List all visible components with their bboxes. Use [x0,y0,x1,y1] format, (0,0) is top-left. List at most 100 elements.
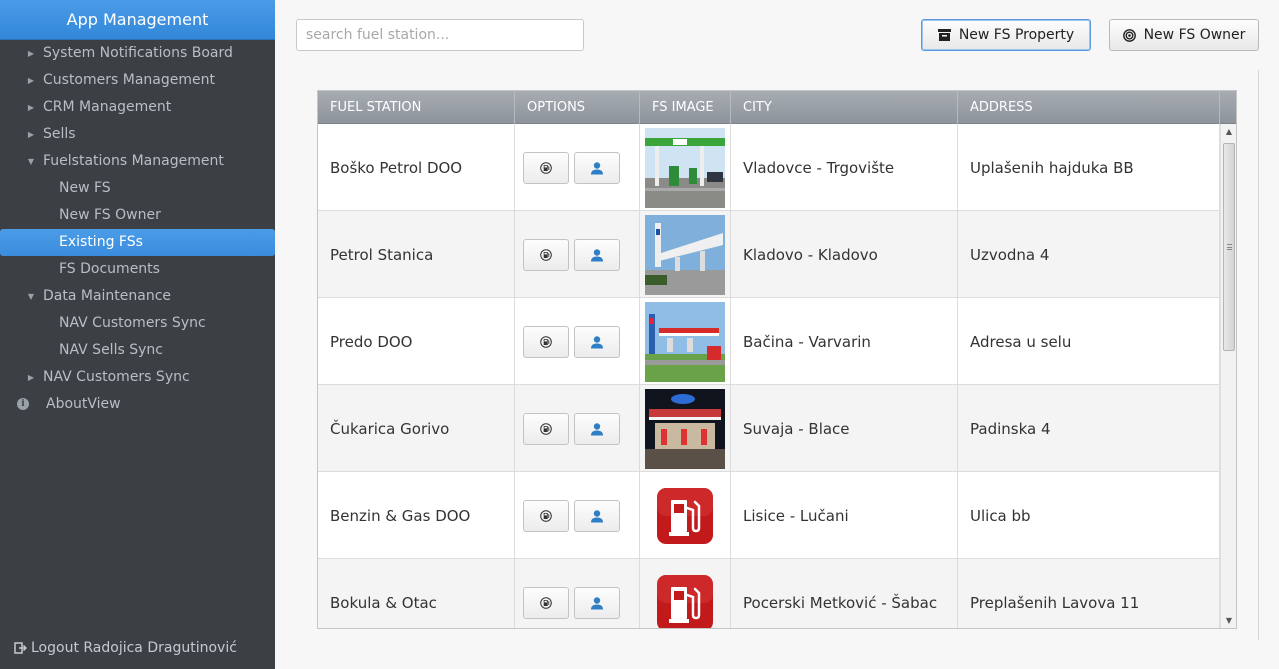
user-icon [591,248,603,261]
info-icon: i [17,398,29,410]
sidebar-item-nav-sells-sync[interactable]: NAV Sells Sync [0,337,275,364]
table-row[interactable]: Čukarica Gorivo Suvaja - Blace Padinska … [318,385,1220,472]
fs-photo [645,127,725,208]
cell-address: Padinska 4 [958,385,1220,472]
sidebar-item-sells[interactable]: ▶ Sells [0,121,275,148]
table-row[interactable]: Petrol Stanica Kladovo - Kladovo Uzvodna… [318,211,1220,298]
logout-label: Logout Radojica Dragutinović [31,640,237,656]
fs-photo [645,388,725,469]
sidebar-item-new-fs-owner[interactable]: New FS Owner [0,202,275,229]
grid-body[interactable]: Boško Petrol DOO Vladovce - Trgovište Up… [318,124,1220,628]
sidebar-item-new-fs[interactable]: New FS [0,175,275,202]
fuel-station-icon [540,161,552,174]
cell-address: Uplašenih hajduka BB [958,124,1220,211]
grid-scrollbar[interactable]: ▲ ▼ [1220,124,1236,628]
sidebar-item-customers-management[interactable]: ▶ Customers Management [0,67,275,94]
app-title: App Management [0,0,275,40]
sidebar-item-system-notifications-board[interactable]: ▶ System Notifications Board [0,40,275,67]
table-row[interactable]: Boško Petrol DOO Vladovce - Trgovište Up… [318,124,1220,211]
fuel-station-icon [540,335,552,348]
cell-fs-image [640,472,731,559]
cell-fuel-station: Predo DOO [318,298,515,385]
chevron-down-icon[interactable]: ▼ [26,148,36,175]
search-input[interactable] [296,19,584,51]
property-button[interactable] [523,412,569,445]
sidebar-item-aboutview[interactable]: i AboutView [0,391,275,418]
logout-link[interactable]: Logout Radojica Dragutinović [14,640,237,656]
target-icon [1122,28,1136,42]
user-icon [591,335,603,348]
col-header-fs-image[interactable]: FS IMAGE [640,91,731,124]
content-divider [1258,70,1259,640]
scroll-up-arrow[interactable]: ▲ [1221,124,1236,140]
fuel-station-icon [540,509,552,522]
cell-city: Suvaja - Blace [731,385,958,472]
chevron-right-icon[interactable]: ▶ [26,121,36,148]
grid-header: FUEL STATION OPTIONS FS IMAGE CITY ADDRE… [318,91,1236,124]
scroll-thumb[interactable] [1223,143,1235,351]
cell-options [515,385,640,472]
cell-fuel-station: Čukarica Gorivo [318,385,515,472]
chevron-right-icon[interactable]: ▶ [26,40,36,67]
sidebar-item-label: Customers Management [43,72,215,88]
chevron-right-icon[interactable]: ▶ [26,94,36,121]
property-button[interactable] [523,238,569,271]
sidebar-item-label: Existing FSs [59,234,143,250]
owner-button[interactable] [574,325,620,358]
col-header-address[interactable]: ADDRESS [958,91,1220,124]
cell-city: Bačina - Varvarin [731,298,958,385]
sidebar-item-fs-documents[interactable]: FS Documents [0,256,275,283]
cell-fuel-station: Benzin & Gas DOO [318,472,515,559]
sidebar-item-label: New FS Owner [59,207,161,223]
owner-button[interactable] [574,499,620,532]
col-header-fuel-station[interactable]: FUEL STATION [318,91,515,124]
archive-icon [937,29,951,41]
sidebar-item-label: NAV Sells Sync [59,342,163,358]
sidebar-item-data-maintenance[interactable]: ▼ Data Maintenance [0,283,275,310]
property-button[interactable] [523,586,569,619]
fuel-pump-icon [645,563,725,628]
cell-fs-image [640,298,731,385]
sidebar-item-nav-customers-sync[interactable]: NAV Customers Sync [0,310,275,337]
table-row[interactable]: Benzin & Gas DOO Lisice - Lučani Ulica b… [318,472,1220,559]
col-header-city[interactable]: CITY [731,91,958,124]
cell-options [515,298,640,385]
cell-fs-image [640,559,731,628]
owner-button[interactable] [574,238,620,271]
chevron-right-icon[interactable]: ▶ [26,364,36,391]
sidebar-item-nav-customers-sync[interactable]: ▶ NAV Customers Sync [0,364,275,391]
sidebar-item-label: AboutView [46,396,121,412]
fuel-station-icon [540,248,552,261]
sidebar-item-fuelstations-management[interactable]: ▼ Fuelstations Management [0,148,275,175]
new-fs-owner-button[interactable]: New FS Owner [1109,19,1259,51]
owner-button[interactable] [574,586,620,619]
table-row[interactable]: Bokula & Otac Pocerski Metković - Šabac … [318,559,1220,628]
chevron-right-icon[interactable]: ▶ [26,67,36,94]
cell-city: Kladovo - Kladovo [731,211,958,298]
sidebar-item-label: CRM Management [43,99,172,115]
cell-fuel-station: Petrol Stanica [318,211,515,298]
fs-photo [645,301,725,382]
chevron-down-icon[interactable]: ▼ [26,283,36,310]
sidebar-item-label: FS Documents [59,261,160,277]
cell-options [515,472,640,559]
new-fs-property-button[interactable]: New FS Property [921,19,1091,51]
cell-fuel-station: Boško Petrol DOO [318,124,515,211]
owner-button[interactable] [574,151,620,184]
cell-address: Adresa u selu [958,298,1220,385]
sidebar-item-label: System Notifications Board [43,45,233,61]
col-header-options[interactable]: OPTIONS [515,91,640,124]
cell-fs-image [640,211,731,298]
fuel-station-icon [540,596,552,609]
sidebar-item-crm-management[interactable]: ▶ CRM Management [0,94,275,121]
property-button[interactable] [523,151,569,184]
sidebar-item-label: New FS [59,180,111,196]
scroll-down-arrow[interactable]: ▼ [1221,613,1236,628]
property-button[interactable] [523,499,569,532]
cell-fs-image [640,385,731,472]
property-button[interactable] [523,325,569,358]
table-row[interactable]: Predo DOO Bačina - Varvarin Adresa u sel… [318,298,1220,385]
user-icon [591,596,603,609]
owner-button[interactable] [574,412,620,445]
sidebar-item-existing-fss[interactable]: Existing FSs [0,229,275,256]
